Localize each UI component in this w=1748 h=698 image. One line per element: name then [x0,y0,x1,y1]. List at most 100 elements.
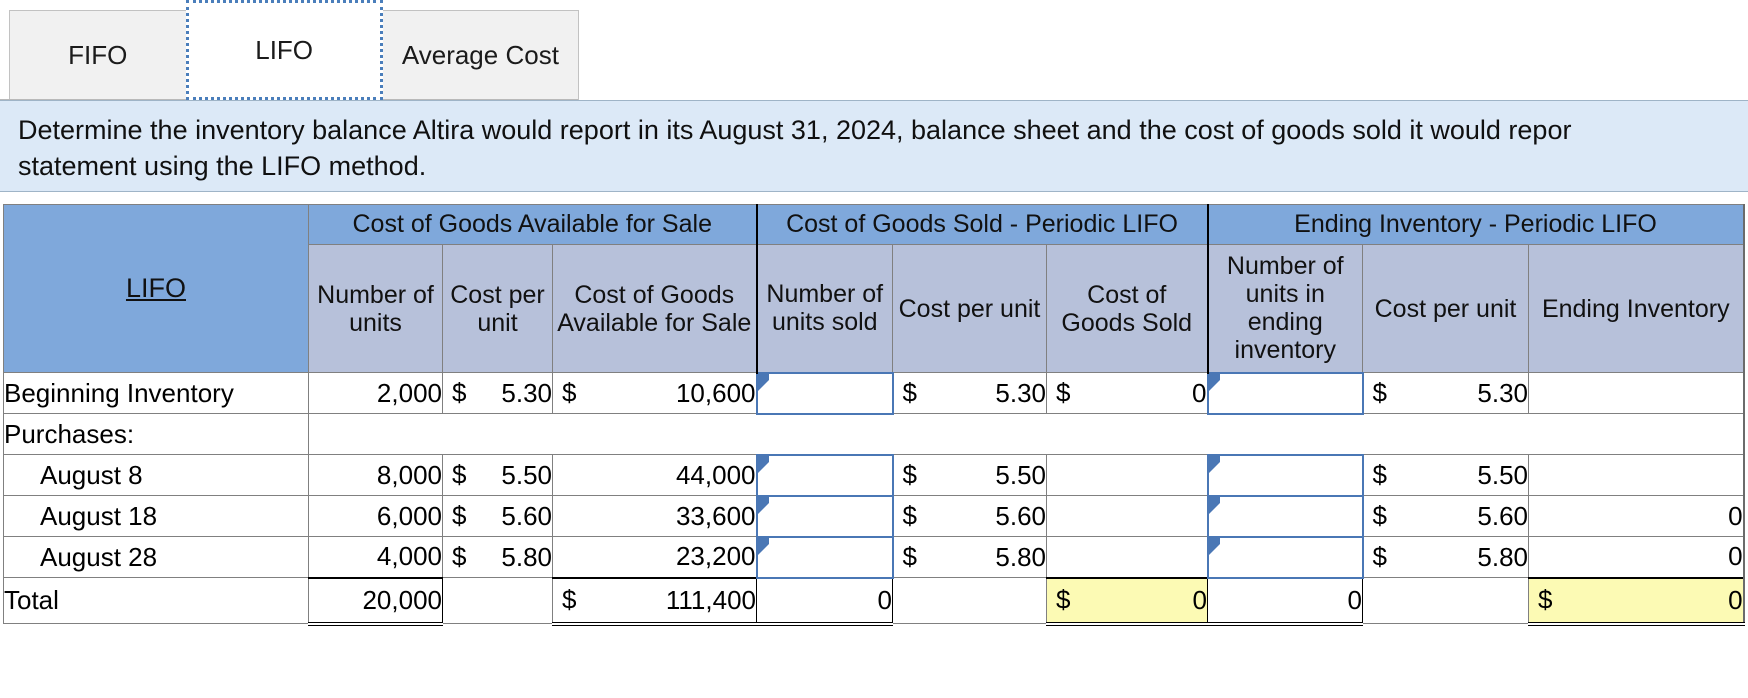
value: 0 [1728,584,1743,615]
value: 5.30 [995,377,1046,408]
total-ending-units: 0 [1207,576,1363,626]
cell-cogs: $0 [1046,372,1208,414]
table-row: August 18 6,000 $5.60 33,600 $5.60 $5.60… [3,494,1745,538]
currency-symbol: $ [902,459,917,490]
value: 5.80 [501,541,552,572]
value: 5.60 [995,500,1046,531]
cell-avail-units: 2,000 [308,372,443,414]
table-row: August 8 8,000 $5.50 44,000 $5.50 $5.50 [3,453,1745,497]
input-ending-units[interactable] [1206,453,1364,497]
cell-avail-total: 23,200 [552,536,757,578]
col-header-ending-inventory: Ending Inventory [1527,244,1745,373]
value: 44,000 [675,459,756,490]
cell-avail-total: 44,000 [552,454,757,496]
value: 5.30 [501,377,552,408]
cell-avail-cost-per-unit: $5.30 [442,372,553,414]
input-ending-units[interactable] [1206,371,1364,415]
col-header-ending-units: Number of units in ending inventory [1206,244,1363,373]
currency-symbol: $ [902,377,917,408]
cell-ending-cost-per-unit: $5.50 [1362,454,1529,496]
input-units-sold[interactable] [755,453,894,497]
tab-average-cost[interactable]: Average Cost [381,10,579,100]
total-avail-total: $111,400 [552,576,757,626]
total-ending-cost-per-unit [1362,577,1529,624]
input-ending-units[interactable] [1206,494,1364,538]
table-row: Purchases: [3,413,1745,455]
tab-lifo[interactable]: LIFO [185,0,383,100]
currency-symbol: $ [1372,377,1387,408]
total-units-sold: 0 [756,576,893,626]
currency-symbol: $ [1538,584,1553,615]
currency-symbol: $ [1056,584,1071,615]
cell-cogs [1046,454,1208,496]
col-header-cogs: Cost of Goods Sold [1046,244,1208,373]
total-cogs: $0 [1046,576,1208,626]
value: 5.60 [1477,500,1528,531]
row-label: August 18 [3,495,309,537]
currency-symbol: $ [452,377,467,408]
input-ending-units[interactable] [1206,535,1364,579]
currency-symbol: $ [1372,500,1387,531]
col-header-units-sold: Number of units sold [755,244,893,373]
value: 5.80 [995,541,1046,572]
method-tab-bar: FIFO LIFO Average Cost [0,0,579,100]
cell-ending-cost-per-unit: $5.60 [1362,495,1529,537]
cell-avail-cost-per-unit: $5.50 [442,454,553,496]
input-units-sold[interactable] [755,494,894,538]
instruction-line-2: statement using the LIFO method. [18,150,427,181]
currency-symbol: $ [452,459,467,490]
group-header-row: LIFO Cost of Goods Available for Sale Co… [3,204,1745,373]
tab-lifo-label: LIFO [255,34,314,65]
value: 33,600 [675,500,756,531]
value: 5.60 [501,500,552,531]
value: 5.50 [1477,459,1528,490]
table-row: Beginning Inventory 2,000 $5.30 $10,600 … [3,371,1745,415]
cell-sold-cost-per-unit: $5.30 [892,372,1047,414]
lifo-worksheet-table: LIFO Cost of Goods Available for Sale Co… [3,204,1745,626]
value: 111,400 [665,584,756,615]
col-header-avail-total: Cost of Goods Available for Sale [552,244,757,373]
tab-fifo-label: FIFO [68,39,128,70]
cell-sold-cost-per-unit: $5.80 [892,536,1047,578]
input-units-sold[interactable] [755,535,894,579]
cell-avail-units: 6,000 [308,495,443,537]
group-header-available: Cost of Goods Available for Sale [308,204,757,245]
cell-cogs [1046,536,1208,578]
cell-cogs [1046,495,1208,537]
value: 5.80 [1477,541,1528,572]
currency-symbol: $ [452,500,467,531]
currency-symbol: $ [562,377,577,408]
value: 0 [1192,377,1207,408]
corner-label-cell: LIFO [3,204,309,373]
cell-sold-cost-per-unit: $5.60 [892,495,1047,537]
cell-ending-inventory: 0 [1527,495,1745,537]
cell-ending-inventory [1527,454,1745,496]
input-units-sold[interactable] [755,371,894,415]
currency-symbol: $ [902,541,917,572]
currency-symbol: $ [1056,377,1071,408]
banner-table-spacer [0,192,1748,204]
value: 5.30 [1477,377,1528,408]
table-row: August 28 4,000 $5.80 23,200 $5.80 $5.80… [3,535,1745,579]
cell-avail-total: 33,600 [552,495,757,537]
row-label: Beginning Inventory [3,372,309,414]
row-label: August 8 [3,454,309,496]
currency-symbol: $ [562,584,577,615]
total-sold-cost-per-unit [892,577,1047,624]
cell-avail-cost-per-unit: $5.60 [442,495,553,537]
currency-symbol: $ [902,500,917,531]
col-header-avail-units: Number of units [308,244,443,373]
corner-label: LIFO [125,273,186,303]
total-ending-inventory: $0 [1527,576,1745,626]
value: 5.50 [501,459,552,490]
value: 10,600 [675,377,756,408]
cell-avail-units: 8,000 [308,454,443,496]
cell-ending-cost-per-unit: $5.80 [1362,536,1529,578]
group-header-cogs: Cost of Goods Sold - Periodic LIFO [755,204,1208,245]
table-row-total: Total 20,000 $111,400 0 $0 0 $0 [3,576,1745,626]
cell-ending-cost-per-unit: $5.30 [1362,372,1529,414]
tab-fifo[interactable]: FIFO [9,10,187,100]
cell-avail-total: $10,600 [552,372,757,414]
instruction-line-1: Determine the inventory balance Altira w… [18,115,1572,145]
row-label: August 28 [3,536,309,578]
